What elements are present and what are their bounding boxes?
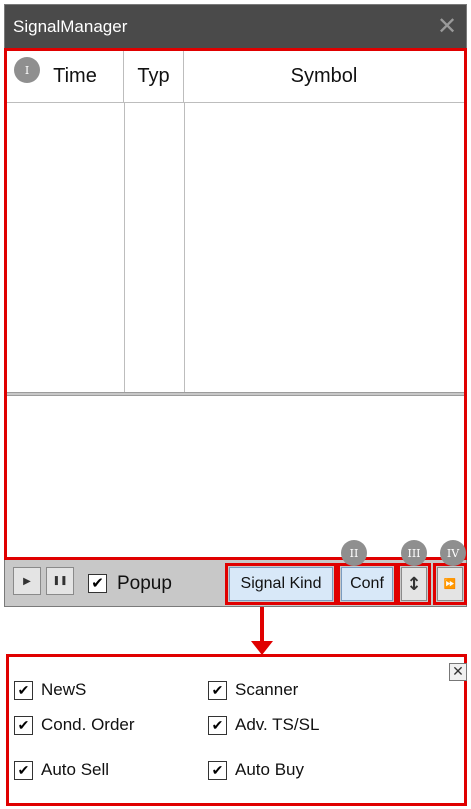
option-auto-sell[interactable]: ✔ Auto Sell bbox=[14, 760, 109, 780]
close-icon[interactable]: ✕ bbox=[437, 11, 457, 41]
arrow-connector bbox=[260, 607, 264, 642]
conf-button[interactable]: Conf bbox=[341, 567, 393, 601]
fast-forward-button[interactable]: ⏩ bbox=[437, 567, 463, 601]
check-icon: ✔ bbox=[91, 574, 104, 592]
option-auto-buy[interactable]: ✔ Auto Buy bbox=[208, 760, 304, 780]
badge-iv: IV bbox=[440, 540, 466, 566]
news-checkbox[interactable]: ✔ bbox=[14, 680, 33, 700]
check-icon: ✔ bbox=[17, 681, 30, 698]
check-icon: ✔ bbox=[211, 681, 224, 698]
auto-sell-checkbox[interactable]: ✔ bbox=[14, 760, 33, 780]
region-i-highlight bbox=[4, 48, 467, 560]
pause-icon: ❚❚ bbox=[52, 576, 68, 586]
badge-ii: II bbox=[341, 540, 367, 566]
sort-button[interactable]: ↕ bbox=[401, 567, 427, 601]
popup-checkbox[interactable]: ✔ bbox=[88, 574, 107, 593]
option-news[interactable]: ✔ NewS bbox=[14, 680, 86, 700]
play-button[interactable]: ▶ bbox=[13, 567, 41, 595]
option-label: NewS bbox=[41, 680, 87, 699]
option-scanner[interactable]: ✔ Scanner bbox=[208, 680, 298, 700]
option-label: Auto Buy bbox=[235, 760, 304, 779]
option-label: Adv. TS/SL bbox=[235, 715, 320, 734]
option-label: Auto Sell bbox=[41, 760, 110, 779]
check-icon: ✔ bbox=[211, 716, 224, 733]
cond-order-checkbox[interactable]: ✔ bbox=[14, 715, 33, 735]
option-cond-order[interactable]: ✔ Cond. Order bbox=[14, 715, 135, 735]
signal-kind-button[interactable]: Signal Kind bbox=[229, 567, 333, 601]
badge-i: I bbox=[14, 57, 40, 83]
check-icon: ✔ bbox=[211, 761, 224, 778]
check-icon: ✔ bbox=[17, 761, 30, 778]
badge-iii: III bbox=[401, 540, 427, 566]
signal-kind-label: Signal Kind bbox=[240, 575, 322, 592]
popup-label: Popup bbox=[117, 573, 172, 594]
auto-buy-checkbox[interactable]: ✔ bbox=[208, 760, 227, 780]
adv-ts-sl-checkbox[interactable]: ✔ bbox=[208, 715, 227, 735]
fast-forward-icon: ⏩ bbox=[443, 578, 457, 590]
up-down-arrow-icon: ↕ bbox=[406, 573, 422, 595]
arrow-down-icon bbox=[251, 641, 273, 655]
option-adv-ts-sl[interactable]: ✔ Adv. TS/SL bbox=[208, 715, 319, 735]
play-icon: ▶ bbox=[23, 575, 31, 587]
close-icon[interactable]: ✕ bbox=[449, 663, 467, 681]
option-label: Scanner bbox=[235, 680, 299, 699]
conf-label: Conf bbox=[350, 575, 384, 592]
option-label: Cond. Order bbox=[41, 715, 135, 734]
pause-button[interactable]: ❚❚ bbox=[46, 567, 74, 595]
title-bar[interactable]: SignalManager ✕ bbox=[5, 5, 466, 51]
scanner-checkbox[interactable]: ✔ bbox=[208, 680, 227, 700]
window-title: SignalManager bbox=[13, 17, 128, 36]
check-icon: ✔ bbox=[17, 716, 30, 733]
